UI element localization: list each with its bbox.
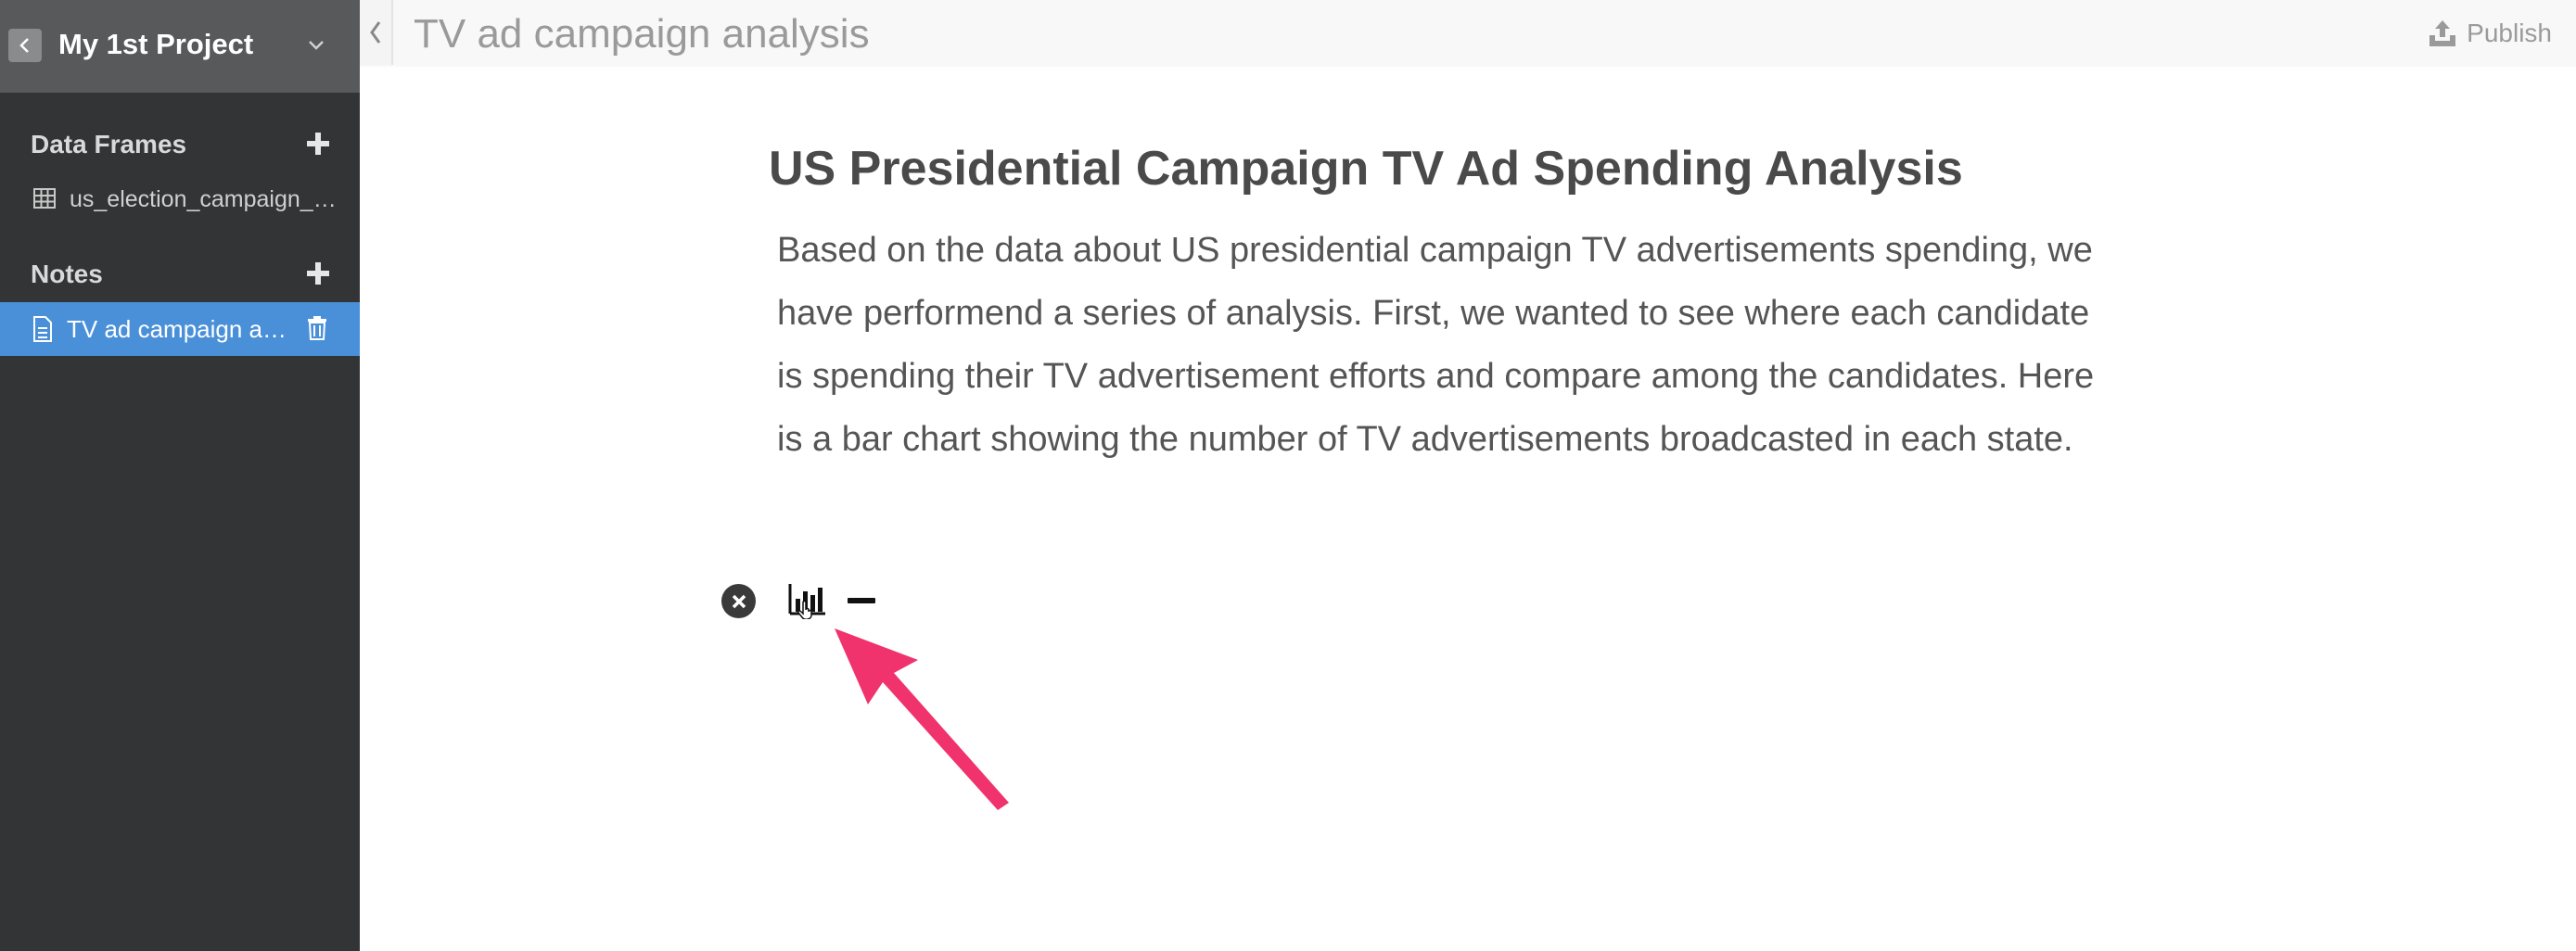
table-icon <box>33 188 56 209</box>
publish-button[interactable]: Publish <box>2428 17 2552 50</box>
notes-heading: Notes <box>31 260 103 288</box>
collapse-sidebar-button[interactable] <box>360 0 393 65</box>
document-icon <box>33 316 52 342</box>
data-frames-heading: Data Frames <box>31 130 187 158</box>
chevron-down-icon[interactable] <box>304 33 328 57</box>
chevron-left-icon <box>19 38 29 53</box>
chevron-left-icon <box>370 21 381 44</box>
add-note-icon[interactable] <box>304 260 332 287</box>
data-frame-label: us_election_campaign_tv_ads <box>70 186 338 212</box>
back-button[interactable] <box>8 29 42 62</box>
sidebar-item-data-frame[interactable]: us_election_campaign_tv_ads <box>0 181 360 218</box>
note-body: Based on the data about US presidential … <box>777 231 2095 459</box>
publish-label: Publish <box>2467 19 2552 47</box>
upload-icon <box>2429 20 2456 46</box>
sidebar: My 1st Project Data Frames us_election_c… <box>0 0 360 951</box>
project-header[interactable]: My 1st Project <box>0 0 360 93</box>
minus-icon[interactable] <box>848 598 875 603</box>
project-title[interactable]: My 1st Project <box>58 26 253 63</box>
annotation-arrow-icon <box>835 628 1009 810</box>
note-label: TV ad campaign analysis <box>67 315 299 343</box>
note-heading: US Presidential Campaign TV Ad Spending … <box>769 142 1963 196</box>
close-circle-icon[interactable] <box>721 584 756 618</box>
page-title[interactable]: TV ad campaign analysis <box>414 11 870 57</box>
top-bar: TV ad campaign analysis Publish <box>360 0 2576 67</box>
add-data-frame-icon[interactable] <box>304 130 332 158</box>
sidebar-item-note[interactable]: TV ad campaign analysis <box>0 302 360 356</box>
trash-icon[interactable] <box>306 315 328 341</box>
